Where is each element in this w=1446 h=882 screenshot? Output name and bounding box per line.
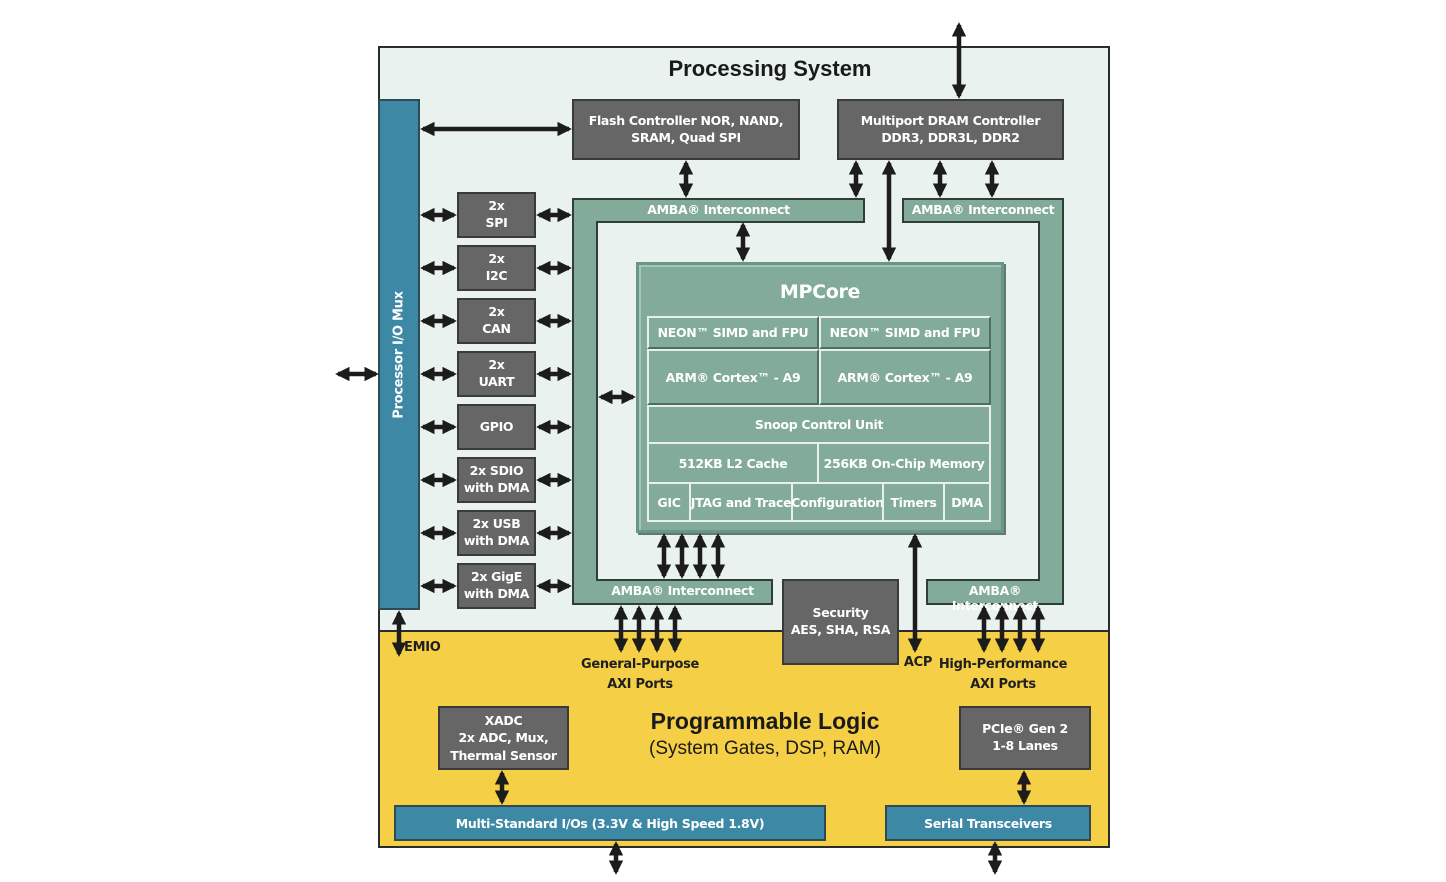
connection-arrows	[335, 22, 1046, 875]
